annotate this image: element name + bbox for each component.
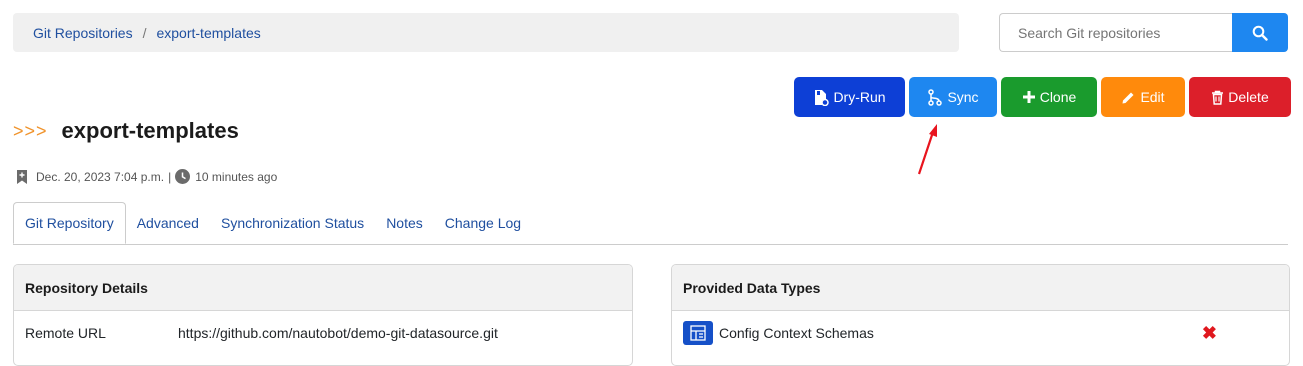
object-meta: Dec. 20, 2023 7:04 p.m. | 10 minutes ago (16, 169, 277, 184)
provided-data-types-panel: Provided Data Types Config Context Schem… (671, 264, 1290, 366)
plus-icon (1022, 91, 1035, 103)
tab-bar: Git Repository Advanced Synchronization … (13, 202, 1288, 245)
schema-icon (683, 321, 713, 345)
meta-separator: | (168, 169, 172, 184)
remote-url-value: https://github.com/nautobot/demo-git-dat… (178, 325, 498, 341)
source-branch-icon (928, 88, 943, 106)
search-bar (999, 13, 1288, 52)
data-type-label: Config Context Schemas (719, 325, 874, 341)
sync-label: Sync (947, 89, 979, 105)
annotation-arrow-icon (917, 124, 937, 175)
clone-label: Clone (1039, 89, 1077, 105)
breadcrumb: Git Repositories / export-templates (13, 13, 959, 52)
panel-title: Provided Data Types (672, 265, 1289, 311)
page-title: export-templates (61, 118, 239, 143)
bookmark-icon (17, 169, 27, 184)
dry-run-button[interactable]: Dry-Run (794, 77, 905, 117)
sync-button[interactable]: Sync (909, 77, 997, 117)
trash-icon (1212, 90, 1224, 105)
breadcrumb-separator: / (142, 24, 147, 41)
delete-button[interactable]: Delete (1189, 77, 1291, 117)
search-input[interactable] (999, 13, 1232, 52)
tab-advanced[interactable]: Advanced (126, 202, 210, 244)
tab-notes[interactable]: Notes (375, 202, 434, 244)
search-button[interactable] (1232, 13, 1288, 52)
file-sync-icon (815, 89, 830, 106)
breadcrumb-current[interactable]: export-templates (156, 25, 260, 41)
tab-git-repository[interactable]: Git Repository (13, 202, 126, 244)
pencil-icon (1122, 92, 1134, 103)
action-buttons: Dry-Run Sync Clone Edit Delete (794, 77, 1291, 117)
dry-run-label: Dry-Run (833, 89, 886, 105)
repository-details-panel: Repository Details Remote URL https://gi… (13, 264, 633, 366)
clock-icon (175, 169, 191, 184)
clone-button[interactable]: Clone (1001, 77, 1097, 117)
search-icon (1252, 25, 1268, 41)
panel-title: Repository Details (14, 265, 632, 311)
page-header: >>> export-templates (13, 118, 239, 144)
not-provided-icon: ✖ (1201, 322, 1217, 343)
remote-url-label: Remote URL (25, 325, 106, 341)
tab-change-log[interactable]: Change Log (434, 202, 532, 244)
edit-button[interactable]: Edit (1101, 77, 1185, 117)
updated-relative-time: 10 minutes ago (195, 169, 278, 184)
chevrons-icon: >>> (13, 120, 48, 141)
created-timestamp: Dec. 20, 2023 7:04 p.m. (36, 169, 165, 184)
breadcrumb-git-repositories[interactable]: Git Repositories (33, 25, 133, 41)
tab-synchronization-status[interactable]: Synchronization Status (210, 202, 375, 244)
list-item: Config Context Schemas ✖ (672, 311, 1289, 355)
delete-label: Delete (1228, 89, 1269, 105)
edit-label: Edit (1140, 89, 1165, 105)
table-row: Remote URL https://github.com/nautobot/d… (14, 311, 632, 355)
